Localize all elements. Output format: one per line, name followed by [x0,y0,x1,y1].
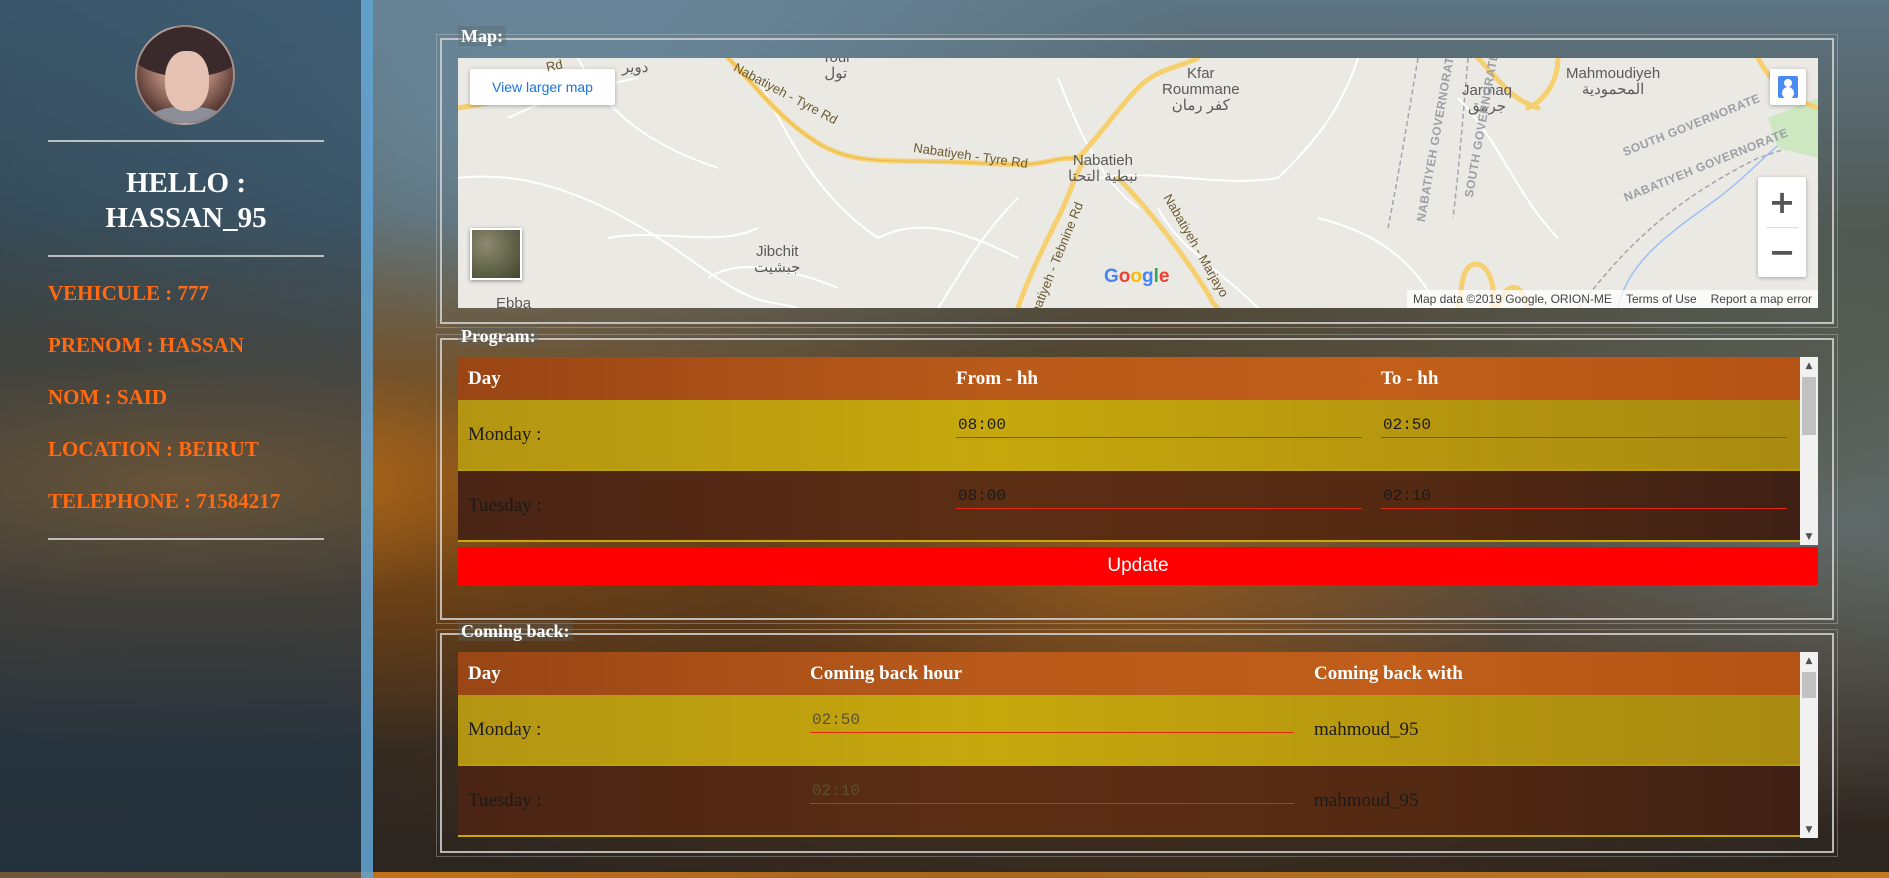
greeting-label: HELLO : [125,167,247,199]
day-cell: Tuesday : [468,495,542,516]
coming-back-hour-input: 02:50 [810,707,1294,733]
program-fieldset: Program: Day From - hh To - hh Monday : … [436,326,1838,624]
coming-back-table: Day Coming back hour Coming back with Mo… [458,652,1818,838]
scroll-down-icon[interactable]: ▼ [1800,528,1818,545]
coming-back-hour-input: 02:10 [810,778,1294,804]
column-header-coming-back-with: Coming back with [1314,663,1463,684]
map-fieldset: Map: View larger map + − Kfar Roummane ك… [436,26,1838,328]
map-attribution-bar: Map data ©2019 Google, ORION-ME Terms of… [1407,290,1818,308]
column-header-to: To - hh [1381,368,1439,389]
coming-back-legend: Coming back: [458,621,573,641]
map-zoom-control: + − [1758,177,1806,277]
place-jibchit: Jibchit جبشيت [754,243,801,276]
table-row: Monday : 08:00 02:50 [458,400,1800,471]
table-row: Tuesday : 02:10 mahmoud_95 [458,766,1800,837]
place-nabatieh: Nabatieh نبطية التحتا [1068,152,1138,185]
profile-sidebar: HELLO : HASSAN_95 VEHICULE : 777 PRENOM … [0,0,373,878]
place-douair: دوير [622,59,649,76]
day-cell: Tuesday : [468,790,542,811]
place-kfar-roummane: Kfar Roummane كفر رمان [1162,65,1240,114]
map-attribution: Map data ©2019 Google, ORION-ME [1413,292,1612,306]
scroll-down-icon[interactable]: ▼ [1800,821,1818,838]
view-larger-map-link[interactable]: View larger map [470,69,615,105]
column-header-day: Day [468,368,501,389]
place-toul: Toul تول [822,58,850,82]
column-header-day: Day [468,663,501,684]
telephone-info: TELEPHONE : 71584217 [48,489,281,513]
program-legend: Program: [458,326,539,346]
map-legend: Map: [458,26,506,46]
divider [48,538,324,540]
table-row: Tuesday : 08:00 02:10 [458,471,1800,542]
greeting: HELLO : HASSAN_95 [48,166,324,236]
coming-back-table-header: Day Coming back hour Coming back with [458,652,1800,695]
scroll-thumb[interactable] [1802,377,1816,435]
day-cell: Monday : [468,719,542,740]
coming-back-with-cell: mahmoud_95 [1314,790,1419,811]
embedded-map[interactable]: View larger map + − Kfar Roummane كفر رم… [458,58,1818,308]
coming-back-fieldset: Coming back: Day Coming back hour Coming… [436,621,1838,857]
prenom-info: PRENOM : HASSAN [48,333,245,357]
google-logo: Google [1104,266,1170,287]
street-view-pegman-icon[interactable] [1770,69,1806,105]
scroll-up-icon[interactable]: ▲ [1800,652,1818,669]
nom-info: NOM : SAID [48,385,167,409]
program-table-header: Day From - hh To - hh [458,357,1800,400]
report-map-error-link[interactable]: Report a map error [1711,292,1812,306]
to-time-input[interactable]: 02:10 [1381,483,1787,509]
scroll-thumb[interactable] [1802,672,1816,698]
column-header-from: From - hh [956,368,1038,389]
to-time-input[interactable]: 02:50 [1381,412,1787,438]
column-header-coming-back-hour: Coming back hour [810,663,963,684]
coming-back-scrollbar[interactable]: ▲ ▼ [1800,652,1818,838]
table-row: Monday : 02:50 mahmoud_95 [458,695,1800,766]
place-mahmoudiyeh: Mahmoudiyeh المحمودية [1566,65,1661,98]
from-time-input[interactable]: 08:00 [956,412,1362,438]
program-table: Day From - hh To - hh Monday : 08:00 02:… [458,357,1818,545]
username: HASSAN_95 [105,202,267,234]
divider [48,140,324,142]
update-button[interactable]: Update [458,547,1818,585]
place-ebba: Ebba [496,295,532,309]
from-time-input[interactable]: 08:00 [956,483,1362,509]
scroll-up-icon[interactable]: ▲ [1800,357,1818,374]
terms-of-use-link[interactable]: Terms of Use [1626,292,1697,306]
divider [48,255,324,257]
location-info: LOCATION : BEIRUT [48,437,259,461]
vehicule-info: VEHICULE : 777 [48,281,210,305]
zoom-out-button[interactable]: − [1758,227,1806,277]
coming-back-with-cell: mahmoud_95 [1314,719,1419,740]
satellite-view-toggle[interactable] [470,228,522,280]
avatar [135,25,235,125]
zoom-in-button[interactable]: + [1758,177,1806,227]
program-scrollbar[interactable]: ▲ ▼ [1800,357,1818,545]
day-cell: Monday : [468,424,542,445]
